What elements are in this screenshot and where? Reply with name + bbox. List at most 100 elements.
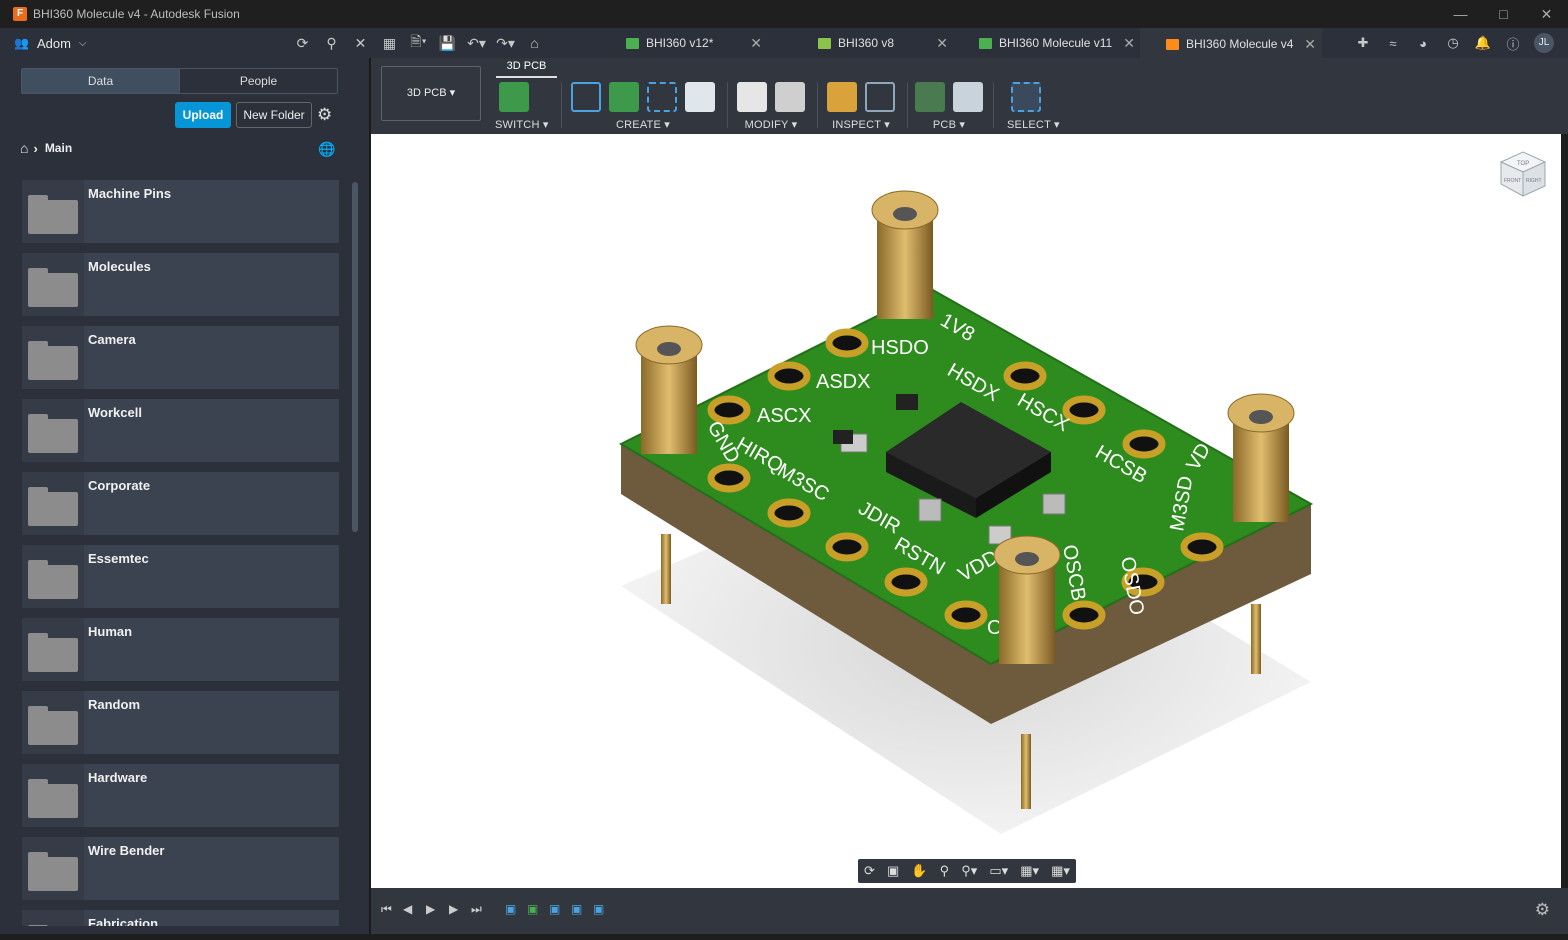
sketch-icon[interactable] bbox=[571, 82, 601, 112]
timeline-component-icon[interactable]: ▣ bbox=[527, 902, 538, 916]
list-item[interactable]: Essemtec bbox=[22, 545, 339, 608]
upload-button[interactable]: Upload bbox=[175, 102, 231, 128]
go-to-start-icon[interactable]: ⏮ bbox=[381, 902, 392, 917]
switch-icon[interactable] bbox=[499, 82, 529, 112]
list-item[interactable]: Corporate bbox=[22, 472, 339, 535]
tab-bhi360-molecule-v4[interactable]: BHI360 Molecule v4 ✕ bbox=[1140, 28, 1322, 58]
pcb-doc-icon bbox=[979, 37, 992, 49]
avatar[interactable]: JL bbox=[1534, 33, 1554, 53]
pcb-menu[interactable]: PCB ▾ bbox=[911, 118, 987, 131]
grid-menu-icon[interactable]: ▦ bbox=[375, 28, 404, 58]
display-settings-icon[interactable]: ▭▾ bbox=[989, 863, 1008, 879]
job-status-icon[interactable]: ◷ bbox=[1438, 35, 1468, 51]
close-panel-icon[interactable]: ✕ bbox=[346, 28, 375, 58]
pan-icon[interactable]: ✋ bbox=[911, 863, 927, 879]
close-tab-icon[interactable]: ✕ bbox=[936, 35, 948, 52]
tab-people[interactable]: People bbox=[179, 69, 337, 93]
minimize-icon[interactable]: — bbox=[1439, 0, 1482, 28]
timeline-sketch-icon[interactable]: ▣ bbox=[505, 902, 516, 916]
timeline-feature-icon[interactable]: ▣ bbox=[549, 902, 560, 916]
search-icon[interactable]: ⚲ bbox=[317, 28, 346, 58]
view-cube[interactable]: TOP FRONT RIGHT bbox=[1499, 151, 1547, 197]
select-menu[interactable]: SELECT ▾ bbox=[1007, 118, 1060, 131]
tab-bhi360-v12[interactable]: BHI360 v12* ✕ bbox=[626, 28, 762, 58]
play-icon[interactable]: ▶ bbox=[426, 902, 435, 916]
list-item[interactable]: Wire Bender bbox=[22, 837, 339, 900]
fit-icon[interactable]: ⚲▾ bbox=[961, 863, 977, 879]
new-folder-button[interactable]: New Folder bbox=[236, 102, 312, 128]
folder-thumbnail bbox=[22, 253, 84, 316]
component-icon[interactable] bbox=[609, 82, 639, 112]
list-item[interactable]: Random bbox=[22, 691, 339, 754]
canvas-viewport[interactable]: 1V8 HSDO HSDX ASDX HSCX ASCX HCSB GND VD… bbox=[371, 134, 1561, 888]
redo-icon[interactable]: ↷▾ bbox=[491, 28, 520, 58]
online-status-icon[interactable]: ◕ bbox=[1408, 36, 1438, 51]
app-bar-right-tools: ✚ ≈ ◕ ◷ 🔔 ⓘ JL bbox=[1348, 28, 1554, 58]
step-back-icon[interactable]: ◀ bbox=[403, 902, 412, 916]
close-tab-icon[interactable]: ✕ bbox=[1123, 35, 1135, 52]
list-item[interactable]: Camera bbox=[22, 326, 339, 389]
pcb-model[interactable]: 1V8 HSDO HSDX ASDX HSCX ASCX HCSB GND VD… bbox=[371, 134, 1561, 888]
maximize-icon[interactable]: □ bbox=[1482, 0, 1525, 28]
create-menu[interactable]: CREATE ▾ bbox=[567, 118, 719, 131]
extensions-icon[interactable]: ≈ bbox=[1378, 36, 1408, 51]
timeline-feature-icon[interactable]: ▣ bbox=[593, 902, 604, 916]
save-icon[interactable]: 💾 bbox=[433, 28, 462, 58]
step-forward-icon[interactable]: ▶ bbox=[449, 902, 458, 916]
undo-icon[interactable]: ↶▾ bbox=[462, 28, 491, 58]
close-tab-icon[interactable]: ✕ bbox=[750, 35, 762, 52]
pcb-push-icon[interactable] bbox=[915, 82, 945, 112]
gear-icon[interactable]: ⚙ bbox=[1535, 900, 1550, 920]
pin-leg bbox=[1021, 734, 1031, 809]
list-item[interactable]: Hardware bbox=[22, 764, 339, 827]
modify-menu[interactable]: MODIFY ▾ bbox=[733, 118, 809, 131]
folder-name: Essemtec bbox=[88, 551, 149, 566]
grid-settings-icon[interactable]: ▦▾ bbox=[1020, 863, 1039, 879]
list-item[interactable]: Workcell bbox=[22, 399, 339, 462]
switch-menu[interactable]: SWITCH ▾ bbox=[495, 118, 549, 131]
timeline-feature-icon[interactable]: ▣ bbox=[571, 902, 582, 916]
go-to-end-icon[interactable]: ⏭ bbox=[471, 902, 482, 917]
viewports-icon[interactable]: ▦▾ bbox=[1051, 863, 1070, 879]
list-item[interactable]: Machine Pins bbox=[22, 180, 339, 243]
outline-icon[interactable] bbox=[647, 82, 677, 112]
inspect-menu[interactable]: INSPECT ▾ bbox=[823, 118, 899, 131]
workspace-switcher[interactable]: 3D PCB ▾ bbox=[381, 66, 481, 121]
notifications-icon[interactable]: 🔔 bbox=[1468, 35, 1498, 51]
pad bbox=[707, 463, 751, 493]
zoom-icon[interactable]: ⚲ bbox=[940, 863, 950, 879]
capacitor bbox=[1042, 493, 1066, 515]
breadcrumb-current[interactable]: Main bbox=[45, 141, 72, 155]
select-icon[interactable] bbox=[1011, 82, 1041, 112]
move-icon[interactable] bbox=[775, 82, 805, 112]
folder-thumbnail bbox=[22, 691, 84, 754]
box-icon[interactable] bbox=[685, 82, 715, 112]
home-icon[interactable]: ⌂ bbox=[520, 28, 549, 58]
file-menu-icon[interactable]: 🗎▾ bbox=[404, 28, 433, 58]
gear-icon[interactable]: ⚙ bbox=[317, 105, 332, 125]
orbit-icon[interactable]: ⟳ bbox=[864, 863, 875, 879]
interference-icon[interactable] bbox=[865, 82, 895, 112]
team-name: Adom bbox=[36, 35, 71, 51]
help-icon[interactable]: ⓘ bbox=[1498, 34, 1528, 53]
measure-icon[interactable] bbox=[827, 82, 857, 112]
tab-bhi360-molecule-v11[interactable]: BHI360 Molecule v11 ✕ bbox=[979, 28, 1135, 58]
refresh-icon[interactable]: ⟳ bbox=[288, 28, 317, 58]
scrollbar[interactable] bbox=[352, 182, 358, 532]
close-tab-icon[interactable]: ✕ bbox=[1304, 36, 1316, 53]
press-pull-icon[interactable] bbox=[737, 82, 767, 112]
new-tab-icon[interactable]: ✚ bbox=[1348, 35, 1378, 51]
tab-3d-pcb[interactable]: 3D PCB bbox=[496, 58, 557, 78]
tab-label: BHI360 Molecule v11 bbox=[999, 36, 1113, 50]
list-item[interactable]: Human bbox=[22, 618, 339, 681]
pcb-settings-icon[interactable] bbox=[953, 82, 983, 112]
globe-icon[interactable]: 🌐 bbox=[318, 141, 335, 158]
team-selector[interactable]: 👥 Adom ⌵ bbox=[14, 36, 87, 51]
tab-bhi360-v8[interactable]: BHI360 v8 ✕ bbox=[818, 28, 948, 58]
list-item[interactable]: Fabrication bbox=[22, 910, 339, 926]
home-icon[interactable]: ⌂ bbox=[20, 140, 28, 156]
close-window-icon[interactable]: ✕ bbox=[1525, 0, 1568, 28]
look-at-icon[interactable]: ▣ bbox=[887, 863, 899, 879]
tab-data[interactable]: Data bbox=[22, 69, 179, 93]
list-item[interactable]: Molecules bbox=[22, 253, 339, 316]
